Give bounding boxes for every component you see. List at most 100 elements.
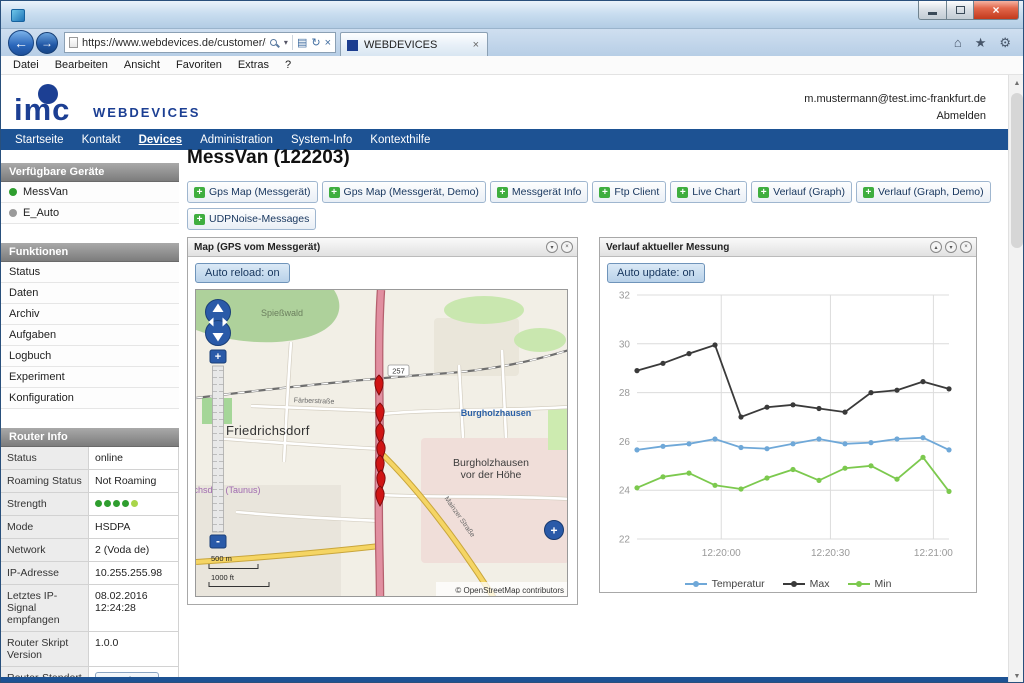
add-icon: + (758, 187, 769, 198)
settings-gear-icon[interactable]: ⚙ (999, 35, 1011, 51)
devices-section-header: Verfügbare Geräte (1, 163, 179, 182)
search-icon[interactable] (270, 39, 277, 46)
address-bar[interactable]: https://www.webdevices.de/customer/d ▾ ▤… (64, 32, 336, 53)
tab-close-icon[interactable]: × (471, 39, 481, 51)
chart-plot: 22242628303212:20:0012:20:3012:21:00 (607, 289, 959, 573)
auto-update-button[interactable]: Auto update: on (607, 263, 705, 283)
vertical-scrollbar[interactable]: ▲ ▼ (1008, 75, 1024, 683)
footer-bar (1, 677, 1008, 683)
add-icon: + (329, 187, 340, 198)
udpnoise-messages-button[interactable]: +UDPNoise-Messages (187, 208, 316, 230)
panel-close-icon[interactable]: × (561, 241, 573, 253)
svg-text:30: 30 (619, 339, 631, 350)
svg-text:vor der Höhe: vor der Höhe (461, 469, 522, 481)
sidebar-item-messvan[interactable]: MessVan (1, 182, 179, 203)
browser-tab[interactable]: WEBDEVICES × (340, 32, 488, 57)
user-email: m.mustermann@test.imc-frankfurt.de (804, 93, 986, 105)
title-bar[interactable]: × (1, 1, 1024, 29)
browser-window: × ← → https://www.webdevices.de/customer… (0, 0, 1024, 683)
favorites-star-icon[interactable]: ★ (975, 35, 987, 51)
chevron-down-icon[interactable]: ▾ (284, 38, 288, 47)
add-icon: + (194, 187, 205, 198)
map-container[interactable]: 257 Spießwald Friedrichsdorf Burgholzhau… (195, 289, 568, 597)
button-label: Ftp Client (614, 186, 659, 198)
nav-kontakt[interactable]: Kontakt (73, 134, 130, 146)
sidebar-item-konfiguration[interactable]: Konfiguration (1, 388, 179, 409)
panel-collapse-icon[interactable]: ▾ (546, 241, 558, 253)
scroll-down-icon[interactable]: ▼ (1009, 668, 1024, 683)
refresh-icon[interactable]: ↻ (311, 36, 320, 49)
add-icon: + (194, 214, 205, 225)
device-status-dot (9, 188, 17, 196)
page-title: MessVan (122203) (187, 147, 350, 169)
legend-item[interactable]: Min (848, 578, 892, 590)
gps-map-button[interactable]: + Gps Map (Messgerät) (187, 181, 318, 203)
button-label: Gps Map (Messgerät) (209, 186, 311, 198)
map-pan-control[interactable] (206, 300, 231, 346)
verlauf-graph-button[interactable]: +Verlauf (Graph) (751, 181, 852, 203)
row-value: 08.02.2016 12:24:28 (89, 585, 178, 631)
map-zoom-control[interactable]: + - (210, 350, 226, 548)
nav-kontexthilfe[interactable]: Kontexthilfe (361, 134, 439, 146)
legend-marker (783, 580, 805, 588)
svg-text:Spießwald: Spießwald (261, 308, 303, 318)
sidebar-item-logbuch[interactable]: Logbuch (1, 346, 179, 367)
sidebar-item-experiment[interactable]: Experiment (1, 367, 179, 388)
menu-extras[interactable]: Extras (230, 59, 277, 71)
sidebar-item-eauto[interactable]: E_Auto (1, 203, 179, 224)
legend-item[interactable]: Max (783, 578, 830, 590)
back-button[interactable]: ← (8, 30, 34, 56)
url-text[interactable]: https://www.webdevices.de/customer/d (82, 37, 266, 49)
menu-ansicht[interactable]: Ansicht (116, 59, 168, 71)
row-label: Network (1, 539, 89, 561)
table-row: Network 2 (Voda de) (1, 539, 178, 562)
nav-startseite[interactable]: Startseite (6, 134, 73, 146)
compat-icon[interactable]: ▤ (297, 36, 307, 49)
table-row: IP-Adresse 10.255.255.98 (1, 562, 178, 585)
stop-icon[interactable]: × (325, 37, 331, 49)
home-icon[interactable]: ⌂ (954, 35, 962, 51)
map-expand-button[interactable]: + (545, 521, 564, 540)
scroll-up-icon[interactable]: ▲ (1009, 75, 1024, 91)
nav-administration[interactable]: Administration (191, 134, 282, 146)
menu-help[interactable]: ? (277, 59, 299, 71)
row-value: 1.0.0 (89, 632, 178, 666)
sidebar-item-aufgaben[interactable]: Aufgaben (1, 325, 179, 346)
legend-item[interactable]: Temperatur (685, 578, 765, 590)
svg-text:-: - (216, 534, 220, 548)
menu-bearbeiten[interactable]: Bearbeiten (47, 59, 116, 71)
panel-collapse-icon[interactable]: ▾ (945, 241, 957, 253)
auto-reload-button[interactable]: Auto reload: on (195, 263, 290, 283)
minimize-button[interactable] (918, 1, 947, 20)
sidebar-item-archiv[interactable]: Archiv (1, 304, 179, 325)
verlauf-graph-demo-button[interactable]: +Verlauf (Graph, Demo) (856, 181, 991, 203)
svg-text:22: 22 (619, 535, 631, 546)
strength-dot (131, 500, 138, 507)
forward-button[interactable]: → (36, 32, 58, 54)
nav-devices[interactable]: Devices (130, 134, 191, 146)
ftp-client-button[interactable]: +Ftp Client (592, 181, 666, 203)
sidebar-item-daten[interactable]: Daten (1, 283, 179, 304)
zoom-slider[interactable] (213, 366, 224, 532)
messgeraet-info-button[interactable]: +Messgerät Info (490, 181, 588, 203)
sidebar-item-status[interactable]: Status (1, 262, 179, 283)
menu-datei[interactable]: Datei (5, 59, 47, 71)
gps-map-demo-button[interactable]: +Gps Map (Messgerät, Demo) (322, 181, 486, 203)
row-label: Strength (1, 493, 89, 515)
logout-link[interactable]: Abmelden (804, 110, 986, 122)
svg-text:12:20:30: 12:20:30 (811, 548, 850, 559)
menu-favoriten[interactable]: Favoriten (168, 59, 230, 71)
router-info-table: Status online Roaming Status Not Roaming… (1, 447, 179, 683)
panel-expand-icon[interactable]: ▴ (930, 241, 942, 253)
maximize-button[interactable] (947, 1, 974, 20)
device-status-dot (9, 209, 17, 217)
row-label: IP-Adresse (1, 562, 89, 584)
map-canvas[interactable]: 257 Spießwald Friedrichsdorf Burgholzhau… (196, 290, 568, 597)
live-chart-button[interactable]: +Live Chart (670, 181, 747, 203)
table-row: Router Skript Version 1.0.0 (1, 632, 178, 667)
close-button[interactable]: × (974, 1, 1019, 20)
panel-close-icon[interactable]: × (960, 241, 972, 253)
nav-system-info[interactable]: System-Info (282, 134, 361, 146)
scrollbar-thumb[interactable] (1011, 93, 1023, 248)
chart-panel: Verlauf aktueller Messung ▴ ▾ × Auto upd… (599, 237, 977, 593)
